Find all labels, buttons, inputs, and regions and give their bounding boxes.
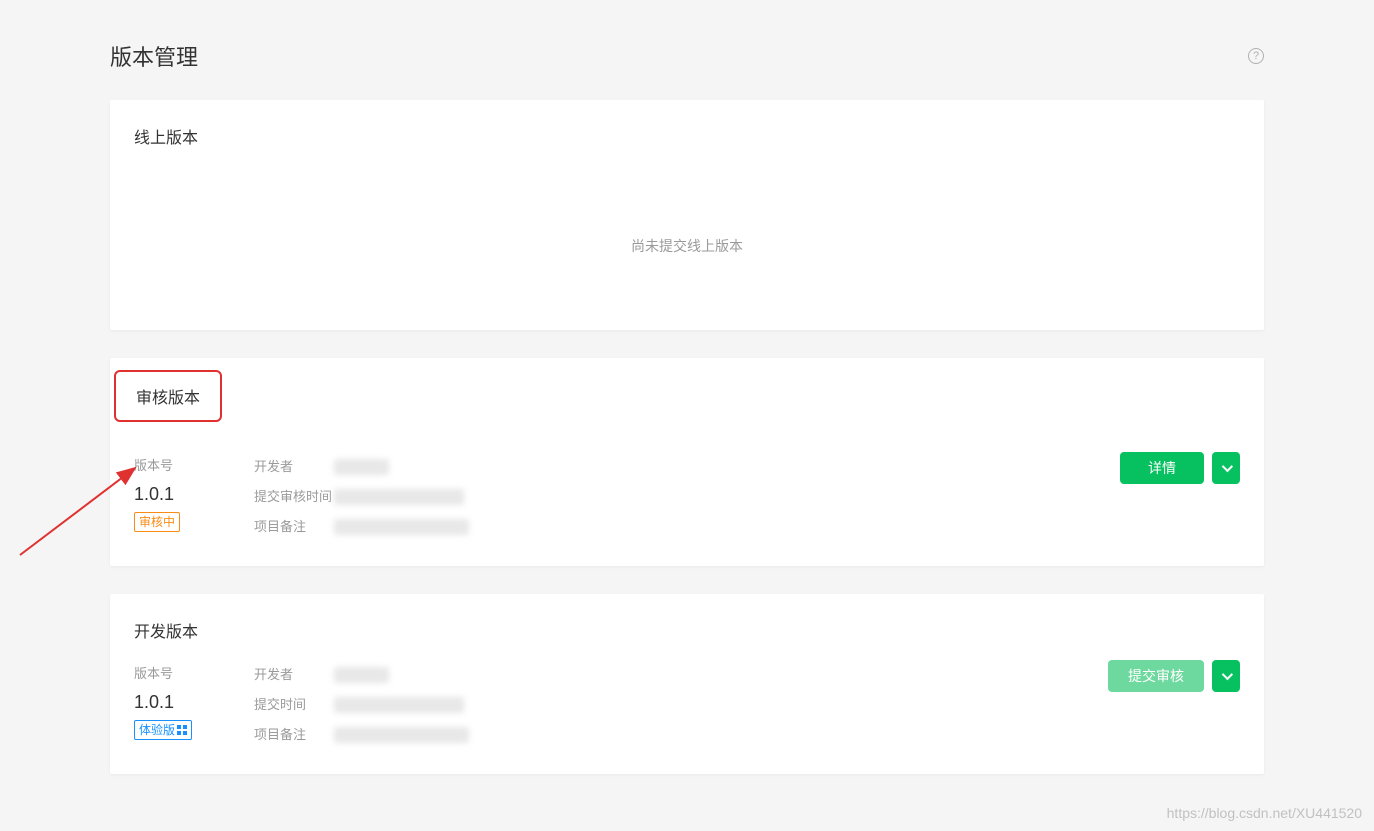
- status-badge-reviewing: 审核中: [134, 512, 180, 532]
- status-badge-trial: 体验版: [134, 720, 192, 740]
- dev-developer-value: [334, 667, 389, 683]
- qrcode-icon: [177, 725, 187, 735]
- page-title: 版本管理: [110, 40, 198, 72]
- review-submit-time-label: 提交审核时间: [254, 482, 334, 512]
- dev-version-value: 1.0.1: [134, 688, 214, 716]
- review-submit-time-row: 提交审核时间: [254, 482, 469, 512]
- dev-developer-row: 开发者: [254, 660, 469, 690]
- review-version-title: 审核版本: [114, 370, 222, 422]
- review-developer-row: 开发者: [254, 452, 469, 482]
- review-note-label: 项目备注: [254, 512, 334, 542]
- submit-review-button[interactable]: 提交审核: [1108, 660, 1204, 692]
- dev-version-title: 开发版本: [134, 618, 1240, 642]
- watermark: https://blog.csdn.net/XU441520: [1167, 805, 1362, 821]
- review-note-value: [334, 519, 469, 535]
- dev-note-row: 项目备注: [254, 720, 469, 750]
- chevron-down-icon: [1222, 669, 1233, 680]
- online-empty-message: 尚未提交线上版本: [134, 166, 1240, 306]
- review-developer-label: 开发者: [254, 452, 334, 482]
- page-header: 版本管理 ?: [110, 40, 1264, 72]
- dev-note-label: 项目备注: [254, 720, 334, 750]
- review-developer-value: [334, 459, 389, 475]
- review-dropdown-button[interactable]: [1212, 452, 1240, 484]
- details-button[interactable]: 详情: [1120, 452, 1204, 484]
- dev-note-value: [334, 727, 469, 743]
- review-version-card: 审核版本 版本号 1.0.1 审核中 开发者 提交审核时间: [110, 358, 1264, 566]
- dev-submit-time-value: [334, 697, 464, 713]
- dev-version-number-block: 版本号 1.0.1 体验版: [134, 660, 214, 750]
- review-submit-time-value: [334, 489, 464, 505]
- online-version-card: 线上版本 尚未提交线上版本: [110, 100, 1264, 330]
- chevron-down-icon: [1222, 461, 1233, 472]
- online-version-title: 线上版本: [134, 124, 1240, 148]
- dev-submit-time-label: 提交时间: [254, 690, 334, 720]
- dev-submit-time-row: 提交时间: [254, 690, 469, 720]
- dev-dropdown-button[interactable]: [1212, 660, 1240, 692]
- trial-badge-text: 体验版: [139, 722, 175, 738]
- review-version-label: 版本号: [134, 452, 214, 480]
- dev-developer-label: 开发者: [254, 660, 334, 690]
- review-note-row: 项目备注: [254, 512, 469, 542]
- review-version-number-block: 版本号 1.0.1 审核中: [134, 452, 214, 542]
- help-icon[interactable]: ?: [1248, 48, 1264, 64]
- dev-version-label: 版本号: [134, 660, 214, 688]
- review-version-value: 1.0.1: [134, 480, 214, 508]
- dev-version-card: 开发版本 版本号 1.0.1 体验版 开发者 提: [110, 594, 1264, 774]
